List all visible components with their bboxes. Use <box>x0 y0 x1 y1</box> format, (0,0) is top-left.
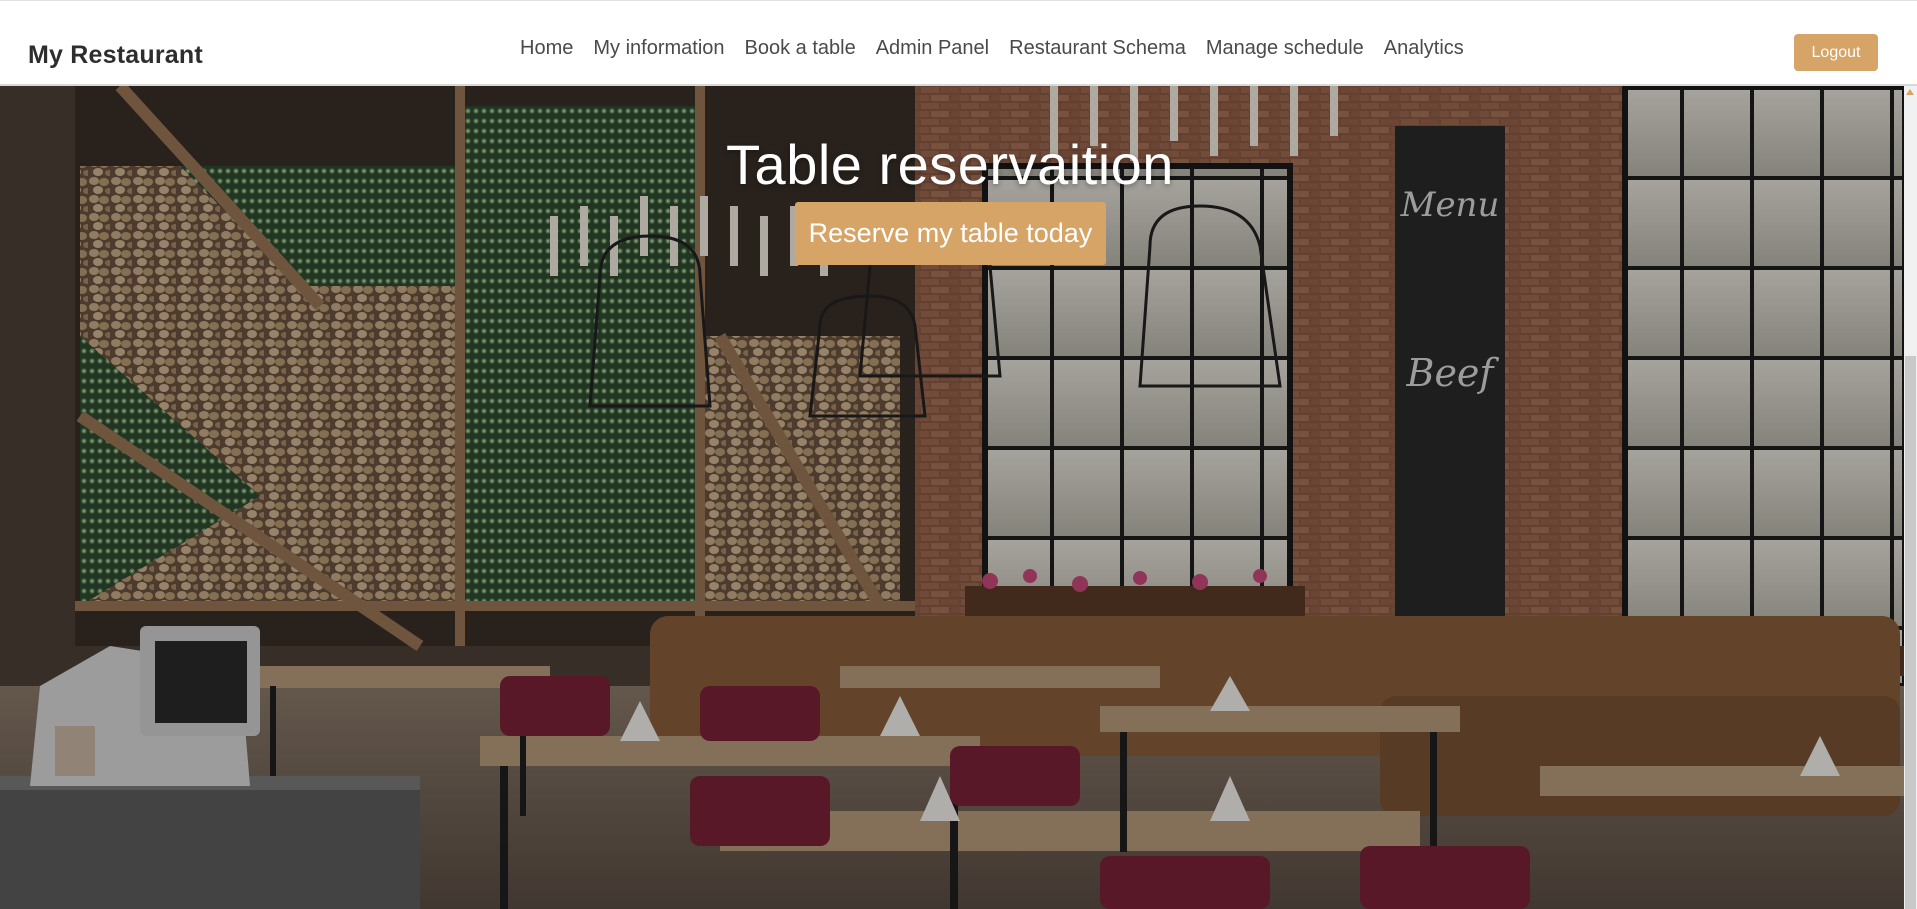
vertical-scrollbar[interactable] <box>1904 86 1917 909</box>
nav-restaurant-schema[interactable]: Restaurant Schema <box>1009 37 1186 60</box>
reserve-table-button[interactable]: Reserve my table today <box>795 202 1106 265</box>
logout-button[interactable]: Logout <box>1794 34 1878 71</box>
hero-title: Table reservaition <box>726 133 1174 196</box>
main-nav: Home My information Book a table Admin P… <box>520 37 1464 60</box>
scrollbar-thumb[interactable] <box>1905 356 1916 909</box>
brand-logo[interactable]: My Restaurant <box>28 41 203 70</box>
scroll-up-icon[interactable] <box>1906 89 1914 95</box>
nav-admin-panel[interactable]: Admin Panel <box>876 37 989 60</box>
nav-my-information[interactable]: My information <box>593 37 724 60</box>
nav-analytics[interactable]: Analytics <box>1384 37 1464 60</box>
nav-book-a-table[interactable]: Book a table <box>745 37 856 60</box>
hero-section: Menu Beef Table reservaition Reserve my … <box>0 86 1904 909</box>
nav-manage-schedule[interactable]: Manage schedule <box>1206 37 1364 60</box>
nav-home[interactable]: Home <box>520 37 573 60</box>
top-navbar: My Restaurant Home My information Book a… <box>0 0 1917 86</box>
